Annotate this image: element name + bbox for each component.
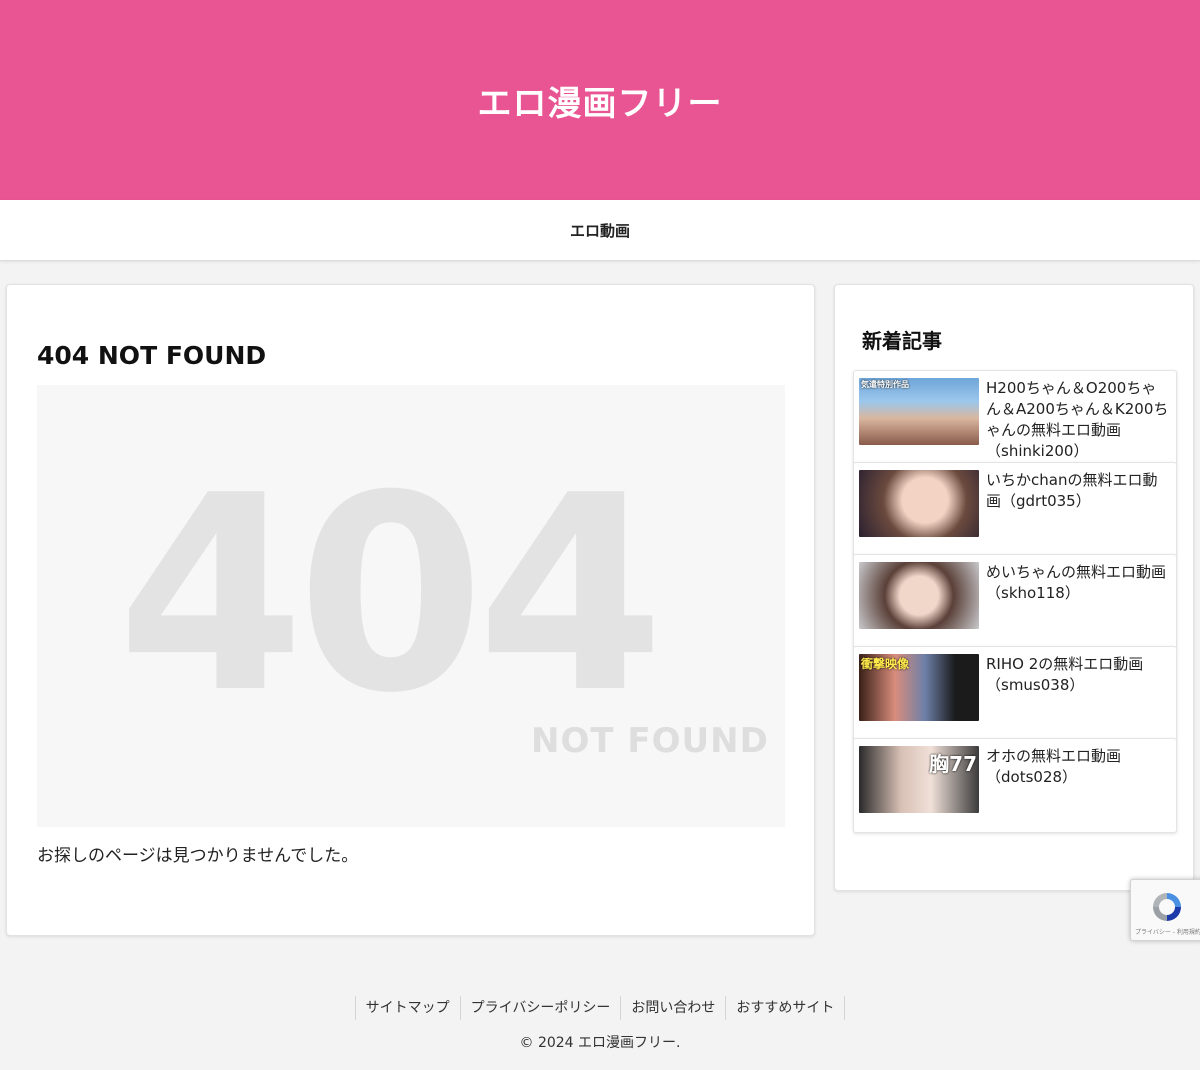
thumbnail-caption: 気遣特別作品 <box>861 380 909 389</box>
recaptcha-terms[interactable]: プライバシー - 利用規約 <box>1135 927 1200 936</box>
thumbnail-caption: 衝撃映像 <box>861 657 910 671</box>
post-thumbnail <box>859 562 979 629</box>
copyright: © 2024 エロ漫画フリー. <box>519 1035 681 1051</box>
not-found-image-number: 404 <box>117 437 665 752</box>
recent-post-item[interactable]: めいちゃんの無料エロ動画（skho118） <box>853 554 1177 649</box>
main-content: 404 NOT FOUND 404 NOT FOUND お探しのページは見つかり… <box>6 284 815 936</box>
recent-post-item[interactable]: 衝撃映像 RIHO 2の無料エロ動画（smus038） <box>853 646 1177 741</box>
sidebar-title: 新着記事 <box>862 329 942 353</box>
recaptcha-badge[interactable]: プライバシー - 利用規約 <box>1130 879 1200 941</box>
recent-posts-list: 気遣特別作品 H200ちゃん＆O200ちゃん＆A200ちゃん＆K200ちゃんの無… <box>853 370 1177 833</box>
page-title: 404 NOT FOUND <box>37 341 267 370</box>
global-nav: エロ動画 <box>0 200 1200 261</box>
footer-link-privacy-policy[interactable]: プライバシーポリシー <box>459 996 621 1020</box>
post-thumbnail: 胸77 <box>859 746 979 813</box>
recent-post-item[interactable]: いちかchanの無料エロ動画（gdrt035） <box>853 462 1177 557</box>
thumbnail-caption: 胸77 <box>929 752 977 776</box>
recent-post-item[interactable]: 胸77 オホの無料エロ動画（dots028） <box>853 738 1177 833</box>
nav-item-ero-douga[interactable]: エロ動画 <box>570 220 630 241</box>
sidebar: 新着記事 気遣特別作品 H200ちゃん＆O200ちゃん＆A200ちゃん＆K200… <box>834 284 1194 891</box>
post-title: RIHO 2の無料エロ動画（smus038） <box>986 655 1144 694</box>
not-found-message: お探しのページは見つかりませんでした。 <box>37 846 359 866</box>
site-header: エロ漫画フリー <box>0 0 1200 200</box>
site-title-link[interactable]: エロ漫画フリー <box>478 76 723 125</box>
post-title: オホの無料エロ動画（dots028） <box>986 747 1122 786</box>
post-title: めいちゃんの無料エロ動画（skho118） <box>986 563 1167 602</box>
footer-link-sitemap[interactable]: サイトマップ <box>354 996 460 1020</box>
not-found-image: 404 NOT FOUND <box>37 385 785 827</box>
post-title: H200ちゃん＆O200ちゃん＆A200ちゃん＆K200ちゃんの無料エロ動画（s… <box>986 379 1169 460</box>
post-title: いちかchanの無料エロ動画（gdrt035） <box>986 471 1158 510</box>
recaptcha-icon <box>1153 893 1181 921</box>
recent-post-item[interactable]: 気遣特別作品 H200ちゃん＆O200ちゃん＆A200ちゃん＆K200ちゃんの無… <box>853 370 1177 465</box>
not-found-image-caption: NOT FOUND <box>531 721 769 761</box>
post-thumbnail <box>859 470 979 537</box>
post-thumbnail: 気遣特別作品 <box>859 378 979 445</box>
footer-nav: サイトマップ プライバシーポリシー お問い合わせ おすすめサイト <box>0 996 1200 1020</box>
post-thumbnail: 衝撃映像 <box>859 654 979 721</box>
footer-link-recommended-sites[interactable]: おすすめサイト <box>725 996 846 1020</box>
footer-link-contact[interactable]: お問い合わせ <box>620 996 725 1020</box>
